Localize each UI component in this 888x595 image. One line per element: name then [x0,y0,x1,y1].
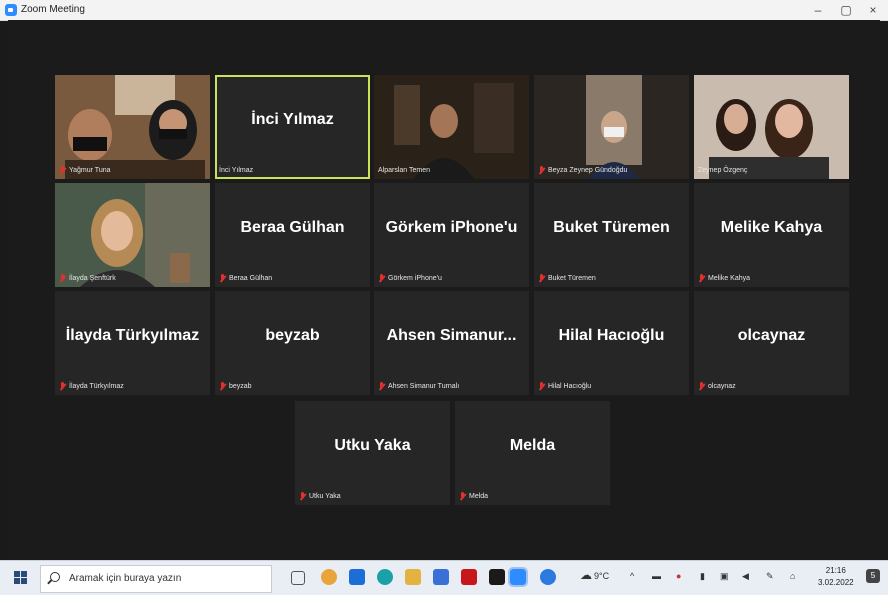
participant-label: Ahsen Simanur Turnalı [378,380,459,392]
browser-icon[interactable] [540,569,556,585]
participant-label: olcaynaz [698,380,736,392]
language-icon[interactable]: ⌂ [790,571,795,581]
network-icon[interactable]: ▣ [720,571,729,582]
participant-name: Melda [509,437,556,454]
notification-badge[interactable]: 5 [866,569,880,583]
mic-muted-icon [378,381,385,391]
participant-tile[interactable]: Zeynep Özgenç [694,75,849,179]
participant-label: İlayda Şenftürk [59,272,116,284]
participant-name: Melike Kahya [720,219,823,236]
participant-tile[interactable]: Beraa Gülhan Beraa Gülhan [215,183,370,287]
search-placeholder: Aramak için buraya yazın [69,573,182,584]
participant-tile[interactable]: Melike Kahya Melike Kahya [694,183,849,287]
clock-date: 3.02.2022 [818,578,854,587]
participant-tile[interactable]: Alparslan Temen [374,75,529,179]
mic-muted-icon [698,381,705,391]
participant-tile[interactable]: Yağmur Tuna [55,75,210,179]
participant-name: Utku Yaka [334,437,411,454]
participant-label: Zeynep Özgenç [698,166,748,174]
search-icon [50,572,60,582]
netflix-icon[interactable] [461,569,477,585]
participant-tile[interactable]: İlayda Türkyılmaz İlayda Türkyılmaz [55,291,210,395]
task-view-icon[interactable] [291,571,305,585]
participant-tile[interactable]: beyzab beyzab [215,291,370,395]
participant-label: Buket Türemen [538,272,596,284]
close-button[interactable]: × [861,1,885,19]
participant-label: Görkem iPhone'u [378,272,442,284]
usb-icon[interactable]: ▮ [700,571,705,582]
participant-label: Melike Kahya [698,272,750,284]
participant-tile[interactable]: İlayda Şenftürk [55,183,210,287]
participant-name: İnci Yılmaz [251,111,334,128]
maximize-button[interactable]: ▢ [834,1,858,19]
windows-start-button[interactable] [14,571,28,585]
participant-label: İnci Yılmaz [219,166,254,174]
zoom-taskbar-icon[interactable] [508,567,528,587]
weather-temperature[interactable]: 9°C [594,571,609,581]
participant-label: Yağmur Tuna [59,164,111,176]
mic-muted-icon [59,273,66,283]
mic-muted-icon [538,381,545,391]
volume-icon[interactable]: ◀ [742,571,749,582]
participant-tile[interactable]: İnci Yılmaz İnci Yılmaz [215,75,370,179]
participant-label: Melda [459,490,488,502]
chevron-up-icon[interactable]: ^ [630,571,634,581]
zoom-app-icon [5,4,17,16]
participant-label: Beraa Gülhan [219,272,272,284]
mic-muted-icon [538,165,545,175]
taskbar-clock[interactable]: 21:16 3.02.2022 [818,565,854,589]
mic-muted-icon [219,381,226,391]
participant-name: Beraa Gülhan [240,219,345,236]
mic-muted-icon [59,381,66,391]
taskbar-search[interactable]: Aramak için buraya yazın [40,565,272,593]
participant-name: Ahsen Simanur... [386,327,517,344]
participant-label: İlayda Türkyılmaz [59,380,124,392]
participant-label: Utku Yaka [299,490,341,502]
participant-name: İlayda Türkyılmaz [65,327,200,344]
participant-tile[interactable]: Melda Melda [455,401,610,505]
participant-tile[interactable]: Beyza Zeynep Gündoğdu [534,75,689,179]
mic-muted-icon [219,273,226,283]
mic-muted-icon [459,491,466,501]
participant-label: Beyza Zeynep Gündoğdu [538,164,627,176]
participant-tile[interactable]: olcaynaz olcaynaz [694,291,849,395]
participant-tile[interactable]: Hilal Hacıoğlu Hilal Hacıoğlu [534,291,689,395]
weather-icon[interactable]: ☁ [580,568,592,582]
participant-name: Hilal Hacıoğlu [558,327,665,344]
window-title: Zoom Meeting [21,4,85,15]
mic-muted-icon [698,273,705,283]
mic-muted-icon [538,273,545,283]
antivirus-icon[interactable]: ● [676,571,681,581]
mic-muted-icon [59,165,66,175]
mic-muted-icon [378,273,385,283]
participant-tile[interactable]: Utku Yaka Utku Yaka [295,401,450,505]
participant-name: beyzab [265,327,320,344]
participant-tile[interactable]: Görkem iPhone'u Görkem iPhone'u [374,183,529,287]
participant-name: Görkem iPhone'u [385,219,518,236]
store-icon[interactable] [433,569,449,585]
file-explorer-icon[interactable] [405,569,421,585]
chrome-icon[interactable] [321,569,337,585]
participant-tile[interactable]: Ahsen Simanur... Ahsen Simanur Turnalı [374,291,529,395]
mail-icon[interactable] [349,569,365,585]
minimize-button[interactable]: – [806,1,830,19]
app-icon[interactable] [489,569,505,585]
participant-label: Hilal Hacıoğlu [538,380,591,392]
battery-icon[interactable]: ▬ [652,571,661,581]
pen-icon[interactable]: ✎ [766,571,774,582]
gallery-view: Yağmur Tuna İnci Yılmaz İnci Yılmaz Alpa… [8,20,880,560]
participant-name: olcaynaz [737,327,806,344]
participant-tile[interactable]: Buket Türemen Buket Türemen [534,183,689,287]
mic-muted-icon [299,491,306,501]
participant-label: beyzab [219,380,252,392]
windows-taskbar: Aramak için buraya yazın ☁ 9°C ^ ▬ ● ▮ ▣… [0,560,888,595]
edge-icon[interactable] [377,569,393,585]
title-bar: Zoom Meeting – ▢ × [0,0,888,21]
clock-time: 21:16 [825,566,846,575]
participant-name: Buket Türemen [553,219,670,236]
participant-label: Alparslan Temen [378,166,431,174]
